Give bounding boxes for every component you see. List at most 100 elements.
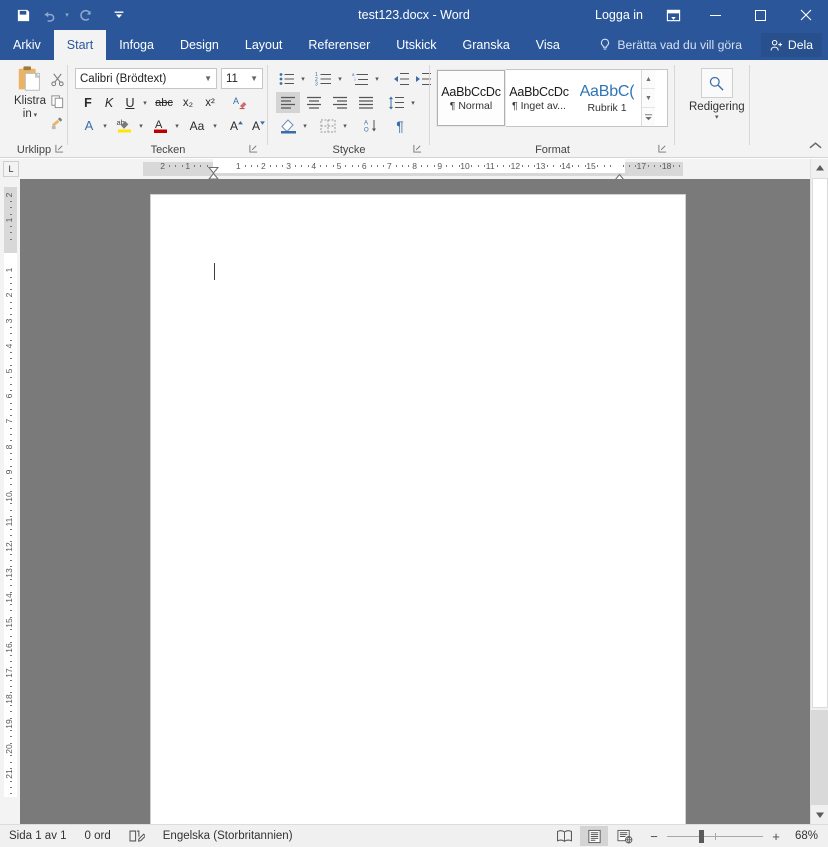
text-effects-dropdown-icon[interactable]: ▾ xyxy=(100,115,110,136)
font-color-dropdown-icon[interactable]: ▾ xyxy=(172,115,182,136)
ribbon-display-options-icon[interactable] xyxy=(653,0,693,30)
document-page[interactable] xyxy=(150,194,686,824)
borders-dropdown-icon[interactable]: ▾ xyxy=(340,115,350,136)
align-right-button[interactable] xyxy=(328,92,352,113)
justify-button[interactable] xyxy=(354,92,378,113)
tab-design[interactable]: Design xyxy=(167,30,232,60)
change-case-button[interactable]: Aa xyxy=(184,115,210,136)
text-effects-button[interactable]: A xyxy=(78,115,100,136)
align-center-button[interactable] xyxy=(302,92,326,113)
bold-button[interactable]: F xyxy=(78,92,98,113)
styles-more-icon[interactable] xyxy=(642,108,655,126)
zoom-slider-thumb[interactable] xyxy=(698,829,704,843)
scroll-down-button[interactable] xyxy=(811,806,828,824)
font-dialog-launcher[interactable] xyxy=(249,144,260,155)
language-indicator[interactable]: Engelska (Storbritannien) xyxy=(154,830,302,842)
tab-start[interactable]: Start xyxy=(53,30,107,60)
numbering-dropdown-icon[interactable]: ▾ xyxy=(335,68,345,89)
numbering-button[interactable]: 123 xyxy=(311,68,335,89)
tell-me-box[interactable]: Berätta vad du vill göra xyxy=(599,30,742,60)
superscript-button[interactable]: x² xyxy=(199,92,221,113)
bullets-button[interactable] xyxy=(276,68,298,89)
tab-visa[interactable]: Visa xyxy=(523,30,573,60)
borders-button[interactable] xyxy=(316,115,340,136)
sign-in-button[interactable]: Logga in xyxy=(585,8,653,22)
style-item-normal[interactable]: AaBbCcDc ¶ Normal xyxy=(436,69,506,127)
format-painter-button[interactable] xyxy=(46,112,68,134)
vertical-scrollbar[interactable] xyxy=(810,159,828,824)
change-case-dropdown-icon[interactable]: ▾ xyxy=(210,115,220,136)
decrease-indent-button[interactable] xyxy=(390,68,412,89)
styles-scroll-up-icon[interactable]: ▲ xyxy=(642,70,655,89)
copy-button[interactable] xyxy=(46,90,68,112)
tab-utskick[interactable]: Utskick xyxy=(383,30,449,60)
tab-arkiv[interactable]: Arkiv xyxy=(0,30,54,60)
italic-button[interactable]: K xyxy=(99,92,119,113)
style-item-no-spacing[interactable]: AaBbCcDc ¶ Inget av... xyxy=(505,70,573,126)
underline-button[interactable]: U xyxy=(120,92,140,113)
zoom-slider[interactable] xyxy=(667,829,763,843)
sort-button[interactable]: AO xyxy=(358,115,382,136)
close-button[interactable] xyxy=(783,0,828,30)
save-icon[interactable] xyxy=(10,2,36,28)
font-color-button[interactable]: A xyxy=(148,115,172,136)
underline-dropdown-icon[interactable]: ▾ xyxy=(140,92,150,113)
tab-layout[interactable]: Layout xyxy=(232,30,296,60)
font-name-combo[interactable]: Calibri (Brödtext) ▼ xyxy=(75,68,217,89)
scrollbar-trough[interactable] xyxy=(811,710,828,805)
clear-formatting-button[interactable]: A xyxy=(228,92,252,113)
zoom-in-button[interactable]: + xyxy=(770,829,782,844)
page-indicator[interactable]: Sida 1 av 1 xyxy=(0,830,76,842)
redo-icon[interactable] xyxy=(72,2,98,28)
zoom-out-button[interactable]: − xyxy=(648,829,660,844)
tab-stop-selector[interactable]: L xyxy=(3,161,19,177)
editing-button[interactable]: Redigering ▾ xyxy=(689,68,745,121)
print-layout-button[interactable] xyxy=(580,826,608,846)
customize-qat-icon[interactable] xyxy=(106,2,132,28)
collapse-ribbon-button[interactable] xyxy=(809,141,822,153)
editing-dropdown-icon[interactable]: ▾ xyxy=(715,113,719,121)
web-layout-button[interactable] xyxy=(610,826,638,846)
minimize-button[interactable] xyxy=(693,0,738,30)
line-spacing-button[interactable] xyxy=(384,92,408,113)
share-button[interactable]: Dela xyxy=(760,33,822,57)
font-size-caret-icon[interactable]: ▼ xyxy=(250,74,258,83)
shading-button[interactable] xyxy=(276,115,300,136)
cut-button[interactable] xyxy=(46,68,68,90)
maximize-button[interactable] xyxy=(738,0,783,30)
grow-font-button[interactable]: A xyxy=(226,115,248,136)
highlight-color-button[interactable]: ab xyxy=(112,115,136,136)
paste-dropdown-icon[interactable]: ▾ xyxy=(32,112,38,119)
horizontal-ruler[interactable]: 2 1 1 2 3 4 5 6 7 8 9 10 11 12 13 14 15 17 18 xyxy=(0,159,810,187)
multilevel-dropdown-icon[interactable]: ▾ xyxy=(372,68,382,89)
shading-dropdown-icon[interactable]: ▾ xyxy=(300,115,310,136)
scrollbar-thumb[interactable] xyxy=(812,178,828,708)
style-item-heading1[interactable]: AaBbC( Rubrik 1 xyxy=(573,70,641,126)
line-spacing-dropdown-icon[interactable]: ▾ xyxy=(408,92,418,113)
scroll-up-button[interactable] xyxy=(811,159,828,177)
zoom-level[interactable]: 68% xyxy=(792,830,822,842)
multilevel-list-button[interactable]: ai xyxy=(348,68,372,89)
tab-infoga[interactable]: Infoga xyxy=(106,30,167,60)
clipboard-dialog-launcher[interactable] xyxy=(55,144,66,155)
search-icon[interactable] xyxy=(700,68,733,98)
subscript-button[interactable]: x₂ xyxy=(177,92,199,113)
proofing-errors-icon[interactable] xyxy=(120,829,154,843)
tab-granska[interactable]: Granska xyxy=(450,30,523,60)
styles-scroll-down-icon[interactable]: ▼ xyxy=(642,89,655,108)
bullets-dropdown-icon[interactable]: ▾ xyxy=(298,68,308,89)
paragraph-dialog-launcher[interactable] xyxy=(413,144,424,155)
read-mode-button[interactable] xyxy=(550,826,578,846)
styles-dialog-launcher[interactable] xyxy=(658,144,669,155)
highlight-dropdown-icon[interactable]: ▾ xyxy=(136,115,146,136)
strikethrough-button[interactable]: abc xyxy=(152,92,176,113)
styles-gallery[interactable]: AaBbCcDc ¶ Normal AaBbCcDc ¶ Inget av...… xyxy=(436,69,668,127)
zoom-control[interactable]: − + xyxy=(640,829,790,844)
font-name-caret-icon[interactable]: ▼ xyxy=(204,74,212,83)
tab-referenser[interactable]: Referenser xyxy=(295,30,383,60)
show-formatting-marks-button[interactable]: ¶ xyxy=(388,115,412,136)
document-canvas[interactable] xyxy=(20,179,810,824)
word-count[interactable]: 0 ord xyxy=(76,830,120,842)
align-left-button[interactable] xyxy=(276,92,300,113)
undo-icon[interactable] xyxy=(36,2,62,28)
